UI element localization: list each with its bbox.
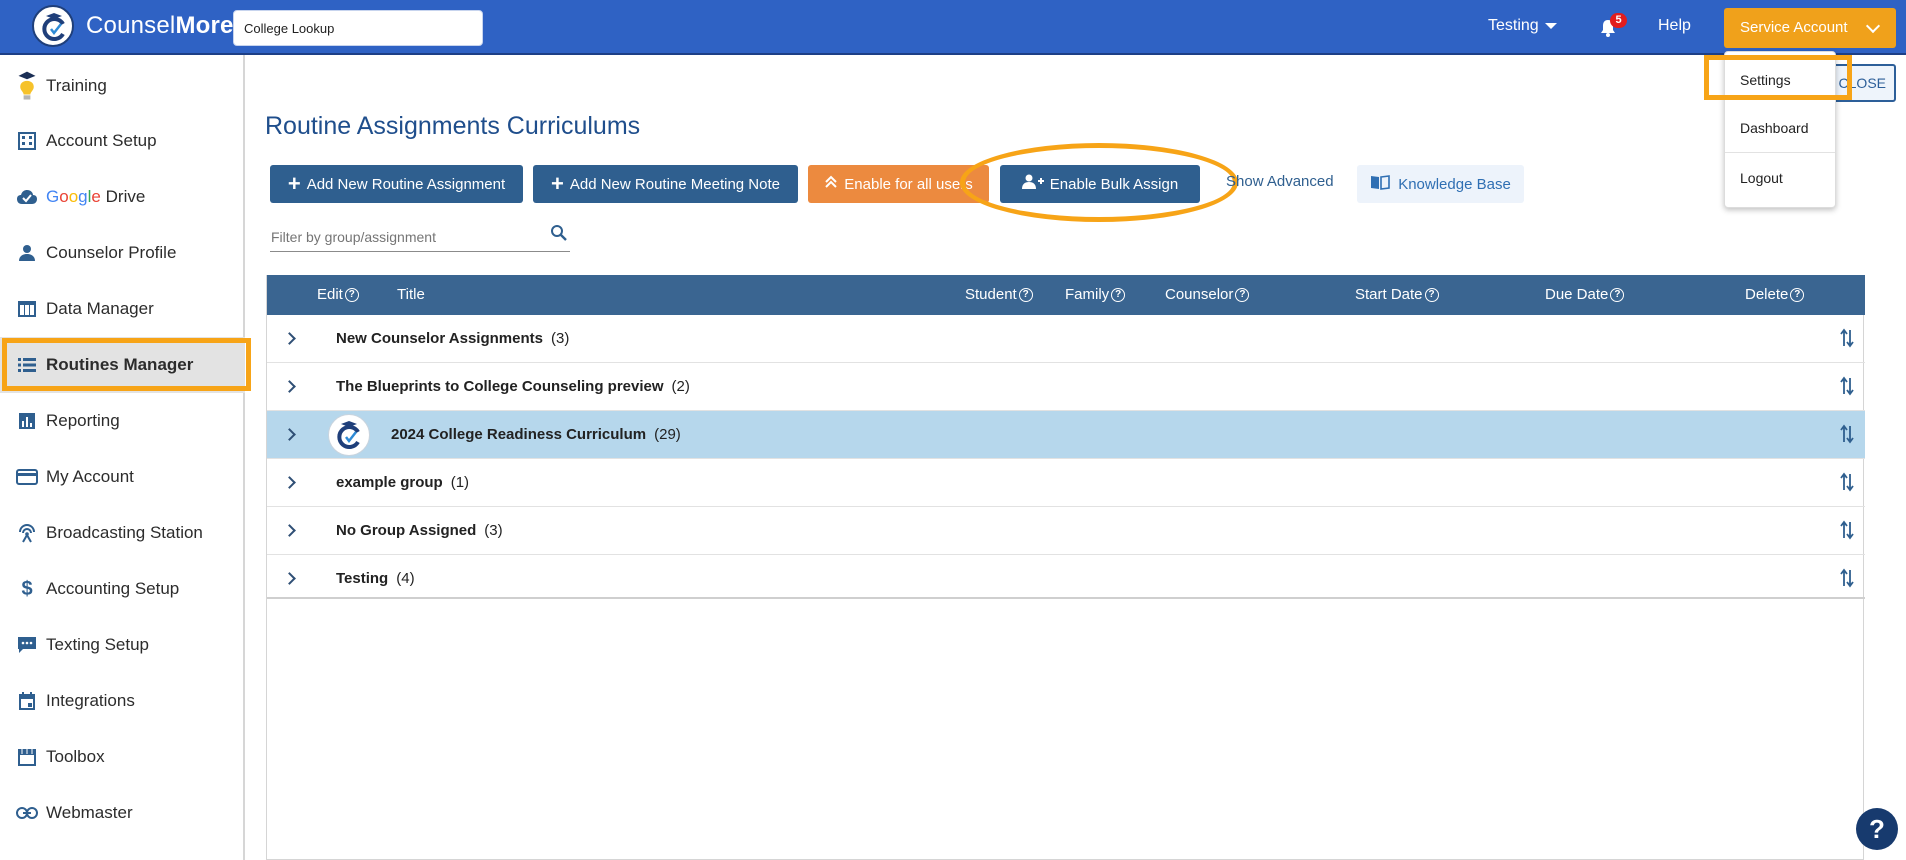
column-edit: Edit? [317,286,359,303]
add-routine-meeting-note-button[interactable]: + Add New Routine Meeting Note [533,165,798,203]
sidebar-item-my-account[interactable]: My Account [0,449,245,505]
sidebar-item-accounting-setup[interactable]: $ Accounting Setup [0,561,245,617]
column-due-date: Due Date? [1545,286,1625,303]
sidebar-item-integrations[interactable]: Integrations [0,673,245,729]
chevron-right-icon[interactable] [283,572,296,585]
chevron-right-icon[interactable] [283,380,296,393]
chevron-down-icon [1865,18,1881,34]
link-icon [16,802,38,824]
column-title[interactable]: Title [397,286,425,303]
show-advanced-link[interactable]: Show Advanced [1226,173,1334,190]
reorder-arrows-icon[interactable] [1840,520,1854,544]
menu-divider [1725,152,1835,153]
table-icon [16,298,38,320]
help-circle-icon[interactable]: ? [1424,287,1439,302]
sidebar-item-account-setup[interactable]: Account Setup [0,113,245,169]
credit-card-icon [16,466,38,488]
sidebar-item-reporting[interactable]: Reporting [0,393,245,449]
brand-name[interactable]: CounselMore [86,12,234,40]
add-routine-assignment-button[interactable]: + Add New Routine Assignment [270,165,523,203]
plus-icon: + [287,171,301,196]
sidebar-item-toolbox[interactable]: Toolbox [0,729,245,785]
person-icon [16,242,38,264]
help-circle-icon[interactable]: ? [1790,287,1805,302]
help-circle-icon[interactable]: ? [1610,287,1625,302]
service-account-button[interactable]: Service Account [1724,8,1896,48]
sidebar-item-google-drive[interactable]: Google Drive [0,169,245,225]
google-drive-label: Google Drive [46,187,146,206]
help-circle-icon[interactable]: ? [1235,287,1250,302]
sidebar-item-training[interactable]: Training [0,58,245,114]
college-lookup-input[interactable] [233,10,483,46]
bulk-assign-highlight [960,143,1238,222]
reorder-arrows-icon[interactable] [1840,328,1854,352]
calendar-icon [16,690,38,712]
table-row[interactable]: No Group Assigned (3) [267,507,1865,555]
chevron-right-icon[interactable] [283,332,296,345]
help-circle-icon[interactable]: ? [1018,287,1033,302]
column-student: Student? [965,286,1033,303]
help-bubble-button[interactable]: ? [1856,808,1898,850]
sidebar-item-counselor-profile[interactable]: Counselor Profile [0,225,245,281]
filter-input[interactable] [270,222,570,252]
table-header: Edit? Title Student? Family? Counselor? … [267,275,1865,315]
menu-item-dashboard[interactable]: Dashboard [1725,104,1835,152]
reorder-arrows-icon[interactable] [1840,424,1854,448]
sidebar-item-webmaster[interactable]: Webmaster [0,785,245,841]
reorder-arrows-icon[interactable] [1840,472,1854,496]
counselmore-logo-icon [328,414,370,456]
chat-bubble-icon [16,634,38,656]
double-chevron-up-icon [824,175,838,193]
routines-manager-highlight [2,338,251,391]
bar-chart-icon [16,410,38,432]
notification-count-badge: 5 [1610,13,1627,28]
routines-table: Edit? Title Student? Family? Counselor? … [266,275,1865,860]
column-delete: Delete? [1745,286,1805,303]
chevron-right-icon[interactable] [283,428,296,441]
table-bottom-divider [267,597,1865,599]
cloud-check-icon [16,186,38,208]
reorder-arrows-icon[interactable] [1840,568,1854,592]
column-start-date: Start Date? [1355,286,1439,303]
settings-highlight [1704,55,1852,100]
page-title: Routine Assignments Curriculums [265,112,641,140]
table-row[interactable]: The Blueprints to College Counseling pre… [267,363,1865,411]
search-icon[interactable] [550,224,568,247]
book-icon [1370,174,1391,194]
table-row[interactable]: example group (1) [267,459,1865,507]
help-circle-icon[interactable]: ? [344,287,359,302]
broadcast-tower-icon [16,522,38,544]
reorder-arrows-icon[interactable] [1840,376,1854,400]
school-selector-dropdown[interactable]: Testing [1488,17,1557,35]
storefront-icon [16,746,38,768]
plus-icon: + [551,171,564,196]
help-link[interactable]: Help [1658,17,1691,35]
sidebar-item-texting-setup[interactable]: Texting Setup [0,617,245,673]
graduation-lightbulb-icon [16,71,38,100]
menu-item-logout[interactable]: Logout [1725,154,1835,202]
building-icon [16,130,38,152]
sidebar: Training Account Setup Google Drive Coun… [0,55,245,860]
top-bar: CounselMore Testing 5 Help Service Accou… [0,0,1906,55]
table-row[interactable]: Testing (4) [267,555,1865,603]
help-circle-icon[interactable]: ? [1111,287,1126,302]
table-row[interactable]: New Counselor Assignments (3) [267,315,1865,363]
sidebar-item-broadcasting-station[interactable]: Broadcasting Station [0,505,245,561]
table-row[interactable]: 2024 College Readiness Curriculum (29) [267,411,1865,459]
knowledge-base-button[interactable]: Knowledge Base [1357,165,1524,203]
sidebar-item-data-manager[interactable]: Data Manager [0,281,245,337]
dollar-icon: $ [21,577,33,600]
column-family: Family? [1065,286,1126,303]
caret-down-icon [1544,22,1557,29]
chevron-right-icon[interactable] [283,524,296,537]
chevron-right-icon[interactable] [283,476,296,489]
counselmore-logo-icon[interactable] [32,5,74,47]
column-counselor: Counselor? [1165,286,1250,303]
